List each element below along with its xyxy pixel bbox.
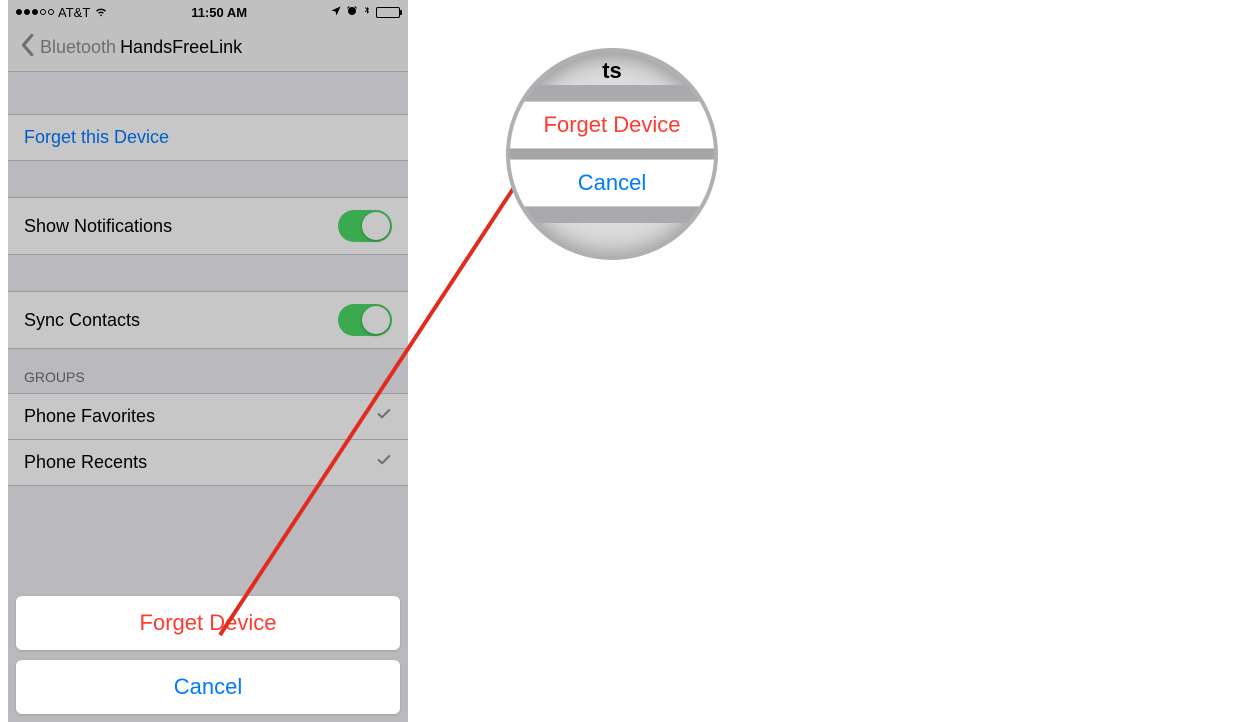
callout-partial-text: ts bbox=[602, 58, 622, 84]
wifi-icon bbox=[94, 4, 108, 21]
carrier-label: AT&T bbox=[58, 5, 90, 20]
cancel-button[interactable]: Cancel bbox=[16, 660, 400, 714]
magnifier-callout: ts Forget Device Cancel bbox=[506, 48, 718, 260]
forget-device-label: Forget this Device bbox=[24, 127, 169, 148]
phone-favorites-label: Phone Favorites bbox=[24, 406, 155, 427]
signal-strength-icon bbox=[16, 9, 54, 15]
sync-contacts-label: Sync Contacts bbox=[24, 310, 140, 331]
back-label[interactable]: Bluetooth bbox=[40, 37, 116, 58]
nav-bar: Bluetooth HandsFreeLink bbox=[8, 24, 408, 72]
groups-header: GROUPS bbox=[8, 349, 408, 393]
phone-recents-label: Phone Recents bbox=[24, 452, 147, 473]
nav-title: HandsFreeLink bbox=[120, 37, 242, 58]
status-bar: AT&T 11:50 AM bbox=[8, 0, 408, 24]
phone-favorites-row[interactable]: Phone Favorites bbox=[8, 393, 408, 440]
time-label: 11:50 AM bbox=[191, 5, 247, 20]
callout-cancel-button[interactable]: Cancel bbox=[506, 159, 718, 207]
checkmark-icon bbox=[376, 406, 392, 427]
show-notifications-row: Show Notifications bbox=[8, 197, 408, 255]
forget-device-link[interactable]: Forget this Device bbox=[8, 114, 408, 161]
battery-icon bbox=[376, 7, 400, 18]
sync-contacts-row: Sync Contacts bbox=[8, 291, 408, 349]
show-notifications-label: Show Notifications bbox=[24, 216, 172, 237]
checkmark-icon bbox=[376, 452, 392, 473]
show-notifications-toggle[interactable] bbox=[338, 210, 392, 242]
action-sheet: Forget Device Cancel bbox=[16, 586, 400, 714]
phone-recents-row[interactable]: Phone Recents bbox=[8, 439, 408, 486]
forget-device-button[interactable]: Forget Device bbox=[16, 596, 400, 650]
bluetooth-icon bbox=[362, 5, 372, 20]
status-right bbox=[330, 5, 400, 20]
back-chevron-icon[interactable] bbox=[18, 33, 36, 62]
phone-screen: AT&T 11:50 AM Bluetooth HandsFreeLink bbox=[8, 0, 408, 722]
settings-content: Forget this Device Show Notifications Sy… bbox=[8, 72, 408, 486]
callout-forget-button[interactable]: Forget Device bbox=[506, 101, 718, 149]
status-left: AT&T bbox=[16, 4, 108, 21]
sync-contacts-toggle[interactable] bbox=[338, 304, 392, 336]
location-icon bbox=[330, 5, 342, 20]
alarm-icon bbox=[346, 5, 358, 20]
